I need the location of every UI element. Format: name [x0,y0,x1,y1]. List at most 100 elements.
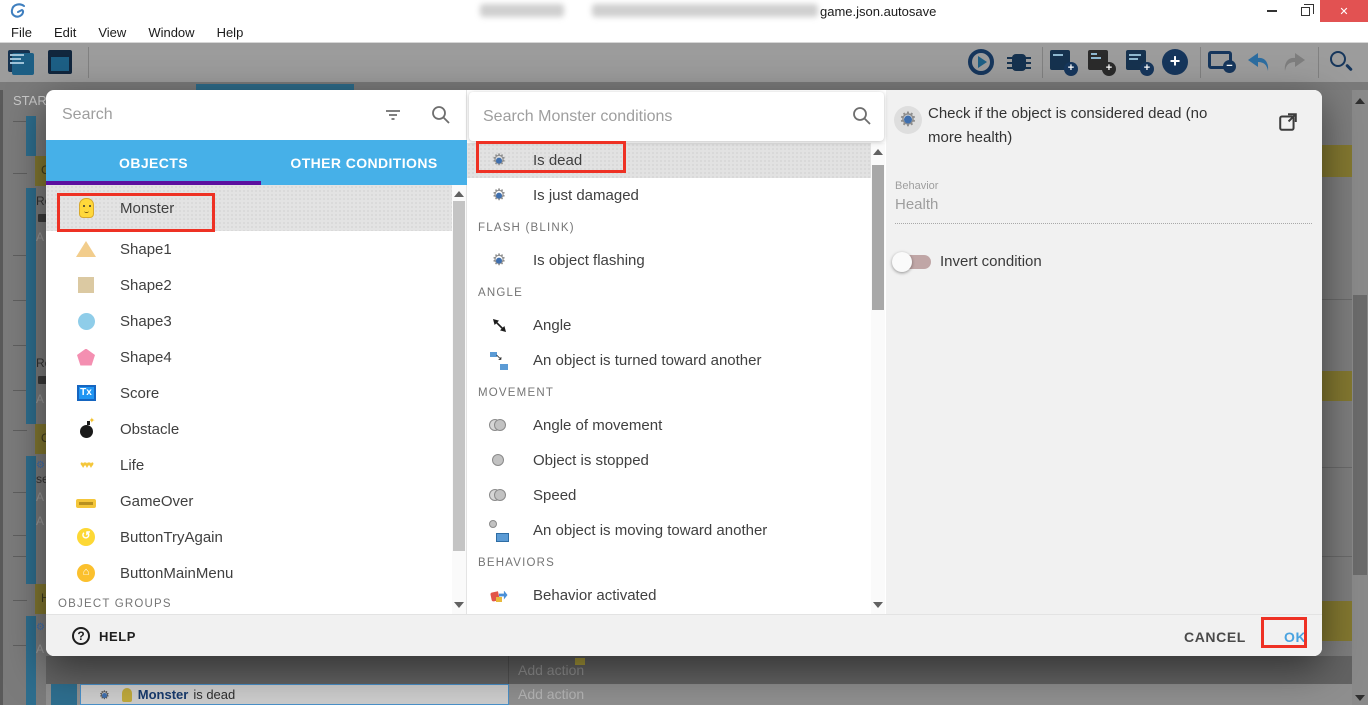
object-row-shape4[interactable]: Shape4 [46,339,453,375]
event-divider [1322,299,1352,300]
delete-event-button[interactable]: − [1208,51,1236,73]
close-button[interactable]: ✕ [1320,0,1368,22]
events-scrollbar[interactable] [1352,90,1368,705]
cancel-button[interactable]: CANCEL [1176,625,1254,649]
condition-row-is-object-flashing[interactable]: ⚙ Is object flashing [467,243,871,278]
menu-help[interactable]: Help [206,25,255,40]
comment-event [1322,601,1352,641]
search-events-button[interactable] [1330,51,1356,75]
menu-file[interactable]: File [0,25,43,40]
minimize-button[interactable] [1256,0,1288,22]
object-row-shape2[interactable]: Shape2 [46,267,453,303]
object-label: Shape3 [120,313,172,330]
scrollbar-thumb[interactable] [453,201,465,551]
panel-edge [0,90,3,705]
object-list-scrollbar[interactable] [452,185,466,614]
toolbar-separator [1318,47,1319,78]
filter-icon[interactable] [382,104,404,126]
condition-row-turned-toward[interactable]: ↘ An object is turned toward another [467,343,871,378]
tab-other-conditions[interactable]: OTHER CONDITIONS [261,140,467,185]
condition-row-speed[interactable]: Speed [467,478,871,513]
object-row-buttontryagain[interactable]: ↺ ButtonTryAgain [46,519,453,555]
turned-toward-icon: ↘ [487,350,511,372]
condition-label: Object is stopped [533,452,649,469]
event-connector [13,600,27,601]
restore-button[interactable] [1290,0,1320,22]
condition-editor-dialog: OBJECTS OTHER CONDITIONS Monster Shape1 … [46,90,1322,656]
scroll-down-icon[interactable] [1355,695,1365,701]
condition-row-moving-toward[interactable]: An object is moving toward another [467,513,871,548]
condition-label: Behavior activated [533,587,656,604]
flash-behavior-gear-icon: ⚙ [487,250,511,272]
object-row-shape1[interactable]: Shape1 [46,231,453,267]
invert-condition-toggle[interactable] [895,255,931,269]
condition-row-angle-of-movement[interactable]: Angle of movement [467,408,871,443]
object-row-shape3[interactable]: Shape3 [46,303,453,339]
scroll-up-icon[interactable] [1355,98,1365,104]
object-row-gameover[interactable]: GameOver [46,483,453,519]
debug-button[interactable] [1007,51,1031,74]
condition-row-angle[interactable]: Angle [467,308,871,343]
object-label: Life [120,457,144,474]
condition-label: Angle of movement [533,417,662,434]
project-manager-button[interactable] [8,50,34,75]
event-connector [13,255,27,256]
square-icon [76,274,96,296]
object-row-obstacle[interactable]: Obstacle [46,411,453,447]
condition-gear-icon: ⚙ [36,622,45,633]
object-label: GameOver [120,493,193,510]
preview-play-button[interactable] [968,49,994,75]
condition-list-scrollbar[interactable] [871,143,885,614]
object-row-score[interactable]: Tx Score [46,375,453,411]
object-label: Shape2 [120,277,172,294]
menu-edit[interactable]: Edit [43,25,87,40]
toggle-knob[interactable] [892,252,912,272]
event-connector [13,645,27,646]
object-row-life[interactable]: ♥♥♥ Life [46,447,453,483]
comment-event [1322,371,1352,401]
help-button[interactable]: ? HELP [72,624,136,648]
menu-view[interactable]: View [87,25,137,40]
redo-button[interactable] [1281,51,1307,80]
condition-row-is-dead[interactable]: ⚙ Is dead [467,143,871,178]
scroll-down-icon[interactable] [873,602,883,608]
play-icon [978,56,987,68]
redacted-title-segment [592,4,818,17]
event-connector [13,390,27,391]
add-event-button[interactable]: + [1050,50,1078,76]
condition-row-object-is-stopped[interactable]: Object is stopped [467,443,871,478]
object-label: ButtonMainMenu [120,565,233,582]
add-action-link: Add action [518,686,584,702]
search-icon[interactable] [851,105,873,127]
add-subevent-button[interactable]: + [1088,50,1116,76]
condition-row-behavior-activated[interactable]: Behavior activated [467,578,871,613]
event-indent-bar [51,684,77,705]
event-divider [1322,556,1352,557]
scrollbar-thumb[interactable] [1353,295,1367,575]
condition-object-name: Monster [138,687,189,702]
scrollbar-thumb[interactable] [872,165,884,310]
menu-window[interactable]: Window [137,25,205,40]
movement-circles-icon [487,415,511,437]
scroll-up-icon[interactable] [873,149,883,155]
undo-button[interactable] [1246,51,1272,80]
object-row-buttonmainmenu[interactable]: ⌂ ButtonMainMenu [46,555,453,591]
open-help-external-link-icon[interactable] [1278,112,1298,132]
ok-button[interactable]: OK [1274,625,1316,649]
health-behavior-gear-icon: ⚙ [487,150,511,172]
retry-button-icon: ↺ [76,526,96,548]
object-row-monster[interactable]: Monster [46,185,453,231]
condition-row-is-just-damaged[interactable]: ⚙ Is just damaged [467,178,871,213]
add-comment-button[interactable]: + [1126,50,1154,76]
behavior-select[interactable]: Health [895,196,938,213]
event-indent-bar [26,116,36,156]
search-icon[interactable] [430,104,452,126]
condition-search-input[interactable] [483,104,813,130]
tab-objects[interactable]: OBJECTS [46,140,261,185]
scroll-up-icon[interactable] [454,191,464,197]
object-search-input[interactable] [62,102,362,128]
scroll-down-icon[interactable] [454,602,464,608]
add-condition-text: A [36,392,44,406]
choose-event-type-button[interactable]: + [1162,49,1188,75]
scene-editor-button[interactable] [48,50,74,75]
